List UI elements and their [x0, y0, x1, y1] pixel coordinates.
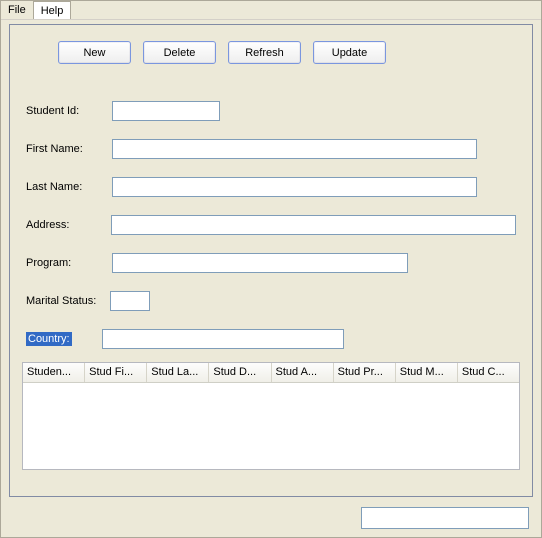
- label-first-name: First Name:: [26, 143, 112, 155]
- content-panel: New Delete Refresh Update Student Id: Fi…: [9, 24, 533, 497]
- label-program: Program:: [26, 257, 112, 269]
- footer-input[interactable]: [361, 507, 529, 529]
- col-first-name[interactable]: Stud Fi...: [85, 363, 147, 382]
- col-country[interactable]: Stud C...: [458, 363, 519, 382]
- col-student-id[interactable]: Studen...: [23, 363, 85, 382]
- last-name-input[interactable]: [112, 177, 477, 197]
- col-program[interactable]: Stud Pr...: [334, 363, 396, 382]
- toolbar: New Delete Refresh Update: [10, 25, 532, 64]
- data-table[interactable]: Studen... Stud Fi... Stud La... Stud D..…: [22, 362, 520, 470]
- refresh-button[interactable]: Refresh: [228, 41, 301, 64]
- col-marital[interactable]: Stud M...: [396, 363, 458, 382]
- label-address: Address:: [26, 219, 111, 231]
- marital-status-input[interactable]: [110, 291, 150, 311]
- table-body: [23, 383, 519, 469]
- country-input[interactable]: [102, 329, 344, 349]
- label-marital-status: Marital Status:: [26, 295, 112, 307]
- col-d[interactable]: Stud D...: [209, 363, 271, 382]
- menu-file[interactable]: File: [1, 1, 33, 19]
- form-area: Student Id: First Name: Last Name: Addre…: [10, 64, 532, 350]
- update-button[interactable]: Update: [313, 41, 386, 64]
- menubar: File Help: [1, 1, 541, 20]
- delete-button[interactable]: Delete: [143, 41, 216, 64]
- table-header-row: Studen... Stud Fi... Stud La... Stud D..…: [23, 363, 519, 383]
- col-last-name[interactable]: Stud La...: [147, 363, 209, 382]
- first-name-input[interactable]: [112, 139, 477, 159]
- program-input[interactable]: [112, 253, 408, 273]
- new-button[interactable]: New: [58, 41, 131, 64]
- address-input[interactable]: [111, 215, 516, 235]
- main-window: File Help New Delete Refresh Update Stud…: [0, 0, 542, 538]
- label-student-id: Student Id:: [26, 105, 112, 117]
- label-country: Country:: [26, 332, 72, 346]
- col-address[interactable]: Stud A...: [272, 363, 334, 382]
- label-last-name: Last Name:: [26, 181, 112, 193]
- menu-help[interactable]: Help: [33, 1, 72, 19]
- student-id-input[interactable]: [112, 101, 220, 121]
